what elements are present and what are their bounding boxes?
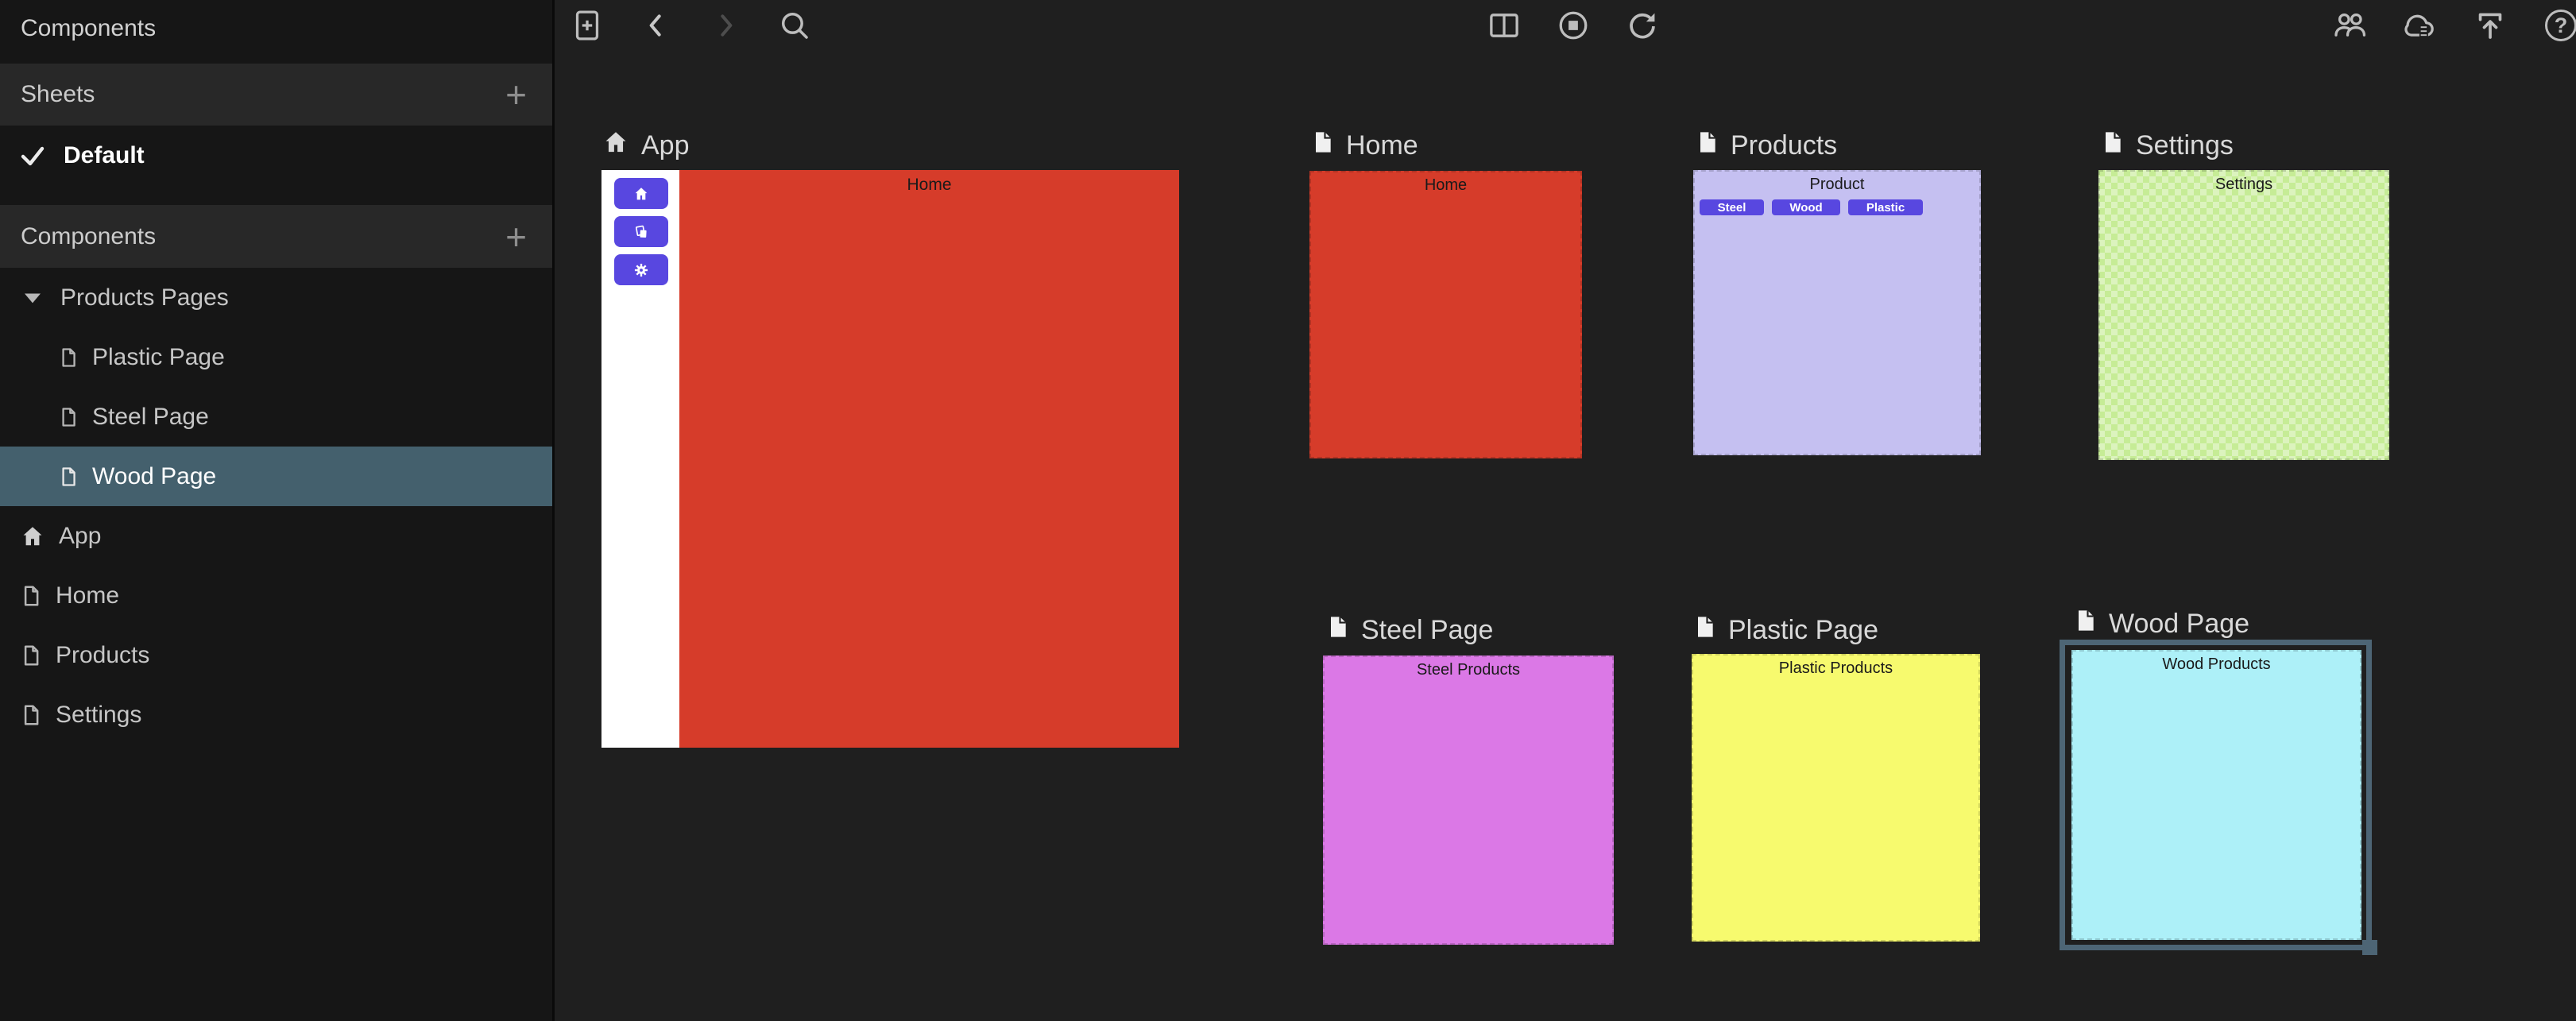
group-label: Products Pages xyxy=(60,284,229,311)
page-icon xyxy=(19,643,43,668)
back-button[interactable] xyxy=(637,6,675,44)
sidebar-item-settings[interactable]: Settings xyxy=(0,685,552,744)
sidebar-item-label: Products xyxy=(56,642,149,669)
users-button[interactable] xyxy=(2331,6,2369,44)
home-icon xyxy=(632,185,650,203)
preview-wood-page[interactable]: Wood Products xyxy=(2071,650,2361,940)
sheet-item-default[interactable]: Default xyxy=(0,126,552,185)
page-icon xyxy=(2072,607,2098,641)
page-icon xyxy=(2099,129,2125,163)
app-preview-sidebar xyxy=(601,170,679,748)
sidebar-item-home[interactable]: Home xyxy=(0,566,552,625)
sheet-item-label: Default xyxy=(64,142,145,169)
sidebar-group-products-pages[interactable]: Products Pages xyxy=(0,268,552,327)
preview-app[interactable]: Home xyxy=(601,170,1179,748)
help-button[interactable]: ? xyxy=(2542,6,2576,44)
add-sheet-button[interactable]: + xyxy=(501,76,532,113)
preview-label-products[interactable]: Products xyxy=(1694,127,1837,164)
sidebar-item-plastic-page[interactable]: Plastic Page xyxy=(0,327,552,387)
preview-label-text: App xyxy=(641,130,690,161)
preview-label-wood-page[interactable]: Wood Page xyxy=(2072,605,2249,642)
preview-content-title: Product xyxy=(1693,170,1981,194)
sidebar-item-app[interactable]: App xyxy=(0,506,552,566)
add-component-button[interactable]: + xyxy=(501,219,532,255)
page-icon xyxy=(57,346,79,369)
preview-content-title: Steel Products xyxy=(1323,656,1614,679)
resize-handle[interactable] xyxy=(2362,940,2377,955)
page-icon xyxy=(57,465,79,489)
forward-button[interactable] xyxy=(706,6,745,44)
sidebar-item-label: Settings xyxy=(56,702,141,729)
plastic-button[interactable]: Plastic xyxy=(1848,199,1923,215)
sidebar-item-steel-page[interactable]: Steel Page xyxy=(0,387,552,447)
preview-label-text: Wood Page xyxy=(2109,609,2249,640)
sidebar-item-label: App xyxy=(59,523,101,550)
app-preview-pages-button[interactable] xyxy=(614,216,668,247)
preview-content-title: Home xyxy=(1309,171,1582,195)
preview-label-text: Steel Page xyxy=(1361,615,1493,646)
preview-label-text: Plastic Page xyxy=(1728,615,1878,646)
preview-plastic-page[interactable]: Plastic Products xyxy=(1692,654,1980,942)
page-icon xyxy=(1309,129,1335,163)
gear-icon xyxy=(632,261,650,279)
app-preview-home-button[interactable] xyxy=(614,178,668,209)
app-content-title: Home xyxy=(679,170,1179,195)
page-icon xyxy=(19,583,43,609)
preview-label-steel-page[interactable]: Steel Page xyxy=(1325,612,1493,648)
chevron-down-icon xyxy=(22,290,43,306)
components-section-header: Components + xyxy=(0,205,552,268)
home-icon xyxy=(601,129,630,163)
components-sidebar: Components Sheets + Default Components +… xyxy=(0,0,555,1021)
preview-content-title: Settings xyxy=(2098,170,2389,194)
sidebar-item-wood-page-selected[interactable]: Wood Page xyxy=(0,447,552,506)
wood-button[interactable]: Wood xyxy=(1772,199,1840,215)
app-preview-content: Home xyxy=(679,170,1179,748)
refresh-button[interactable] xyxy=(1623,6,1661,44)
copy-stack-icon xyxy=(632,223,650,241)
preview-products[interactable]: Product Steel Wood Plastic xyxy=(1693,170,1981,455)
page-icon xyxy=(57,405,79,429)
preview-label-text: Settings xyxy=(2136,130,2234,161)
page-icon xyxy=(1692,613,1717,648)
stop-button[interactable] xyxy=(1554,6,1592,44)
preview-label-app[interactable]: App xyxy=(601,127,690,164)
selection-frame: Wood Products xyxy=(2060,640,2372,950)
preview-content-title: Wood Products xyxy=(2071,650,2361,674)
preview-home[interactable]: Home xyxy=(1309,171,1582,458)
preview-label-plastic-page[interactable]: Plastic Page xyxy=(1692,612,1878,648)
home-icon xyxy=(19,524,46,549)
app-window: Components Sheets + Default Components +… xyxy=(0,0,2576,1021)
page-icon xyxy=(1694,129,1719,163)
preview-label-settings[interactable]: Settings xyxy=(2099,127,2234,164)
question-mark-icon: ? xyxy=(2545,10,2576,41)
steel-button[interactable]: Steel xyxy=(1700,199,1764,215)
preview-settings[interactable]: Settings xyxy=(2098,170,2389,460)
sidebar-item-label: Home xyxy=(56,582,119,609)
sidebar-item-label: Wood Page xyxy=(92,463,216,490)
app-preview-settings-button[interactable] xyxy=(614,254,668,285)
preview-steel-page[interactable]: Steel Products xyxy=(1323,656,1614,945)
page-icon xyxy=(19,702,43,728)
sheets-section-label: Sheets xyxy=(21,81,95,108)
preview-label-home[interactable]: Home xyxy=(1309,127,1418,164)
sidebar-item-label: Steel Page xyxy=(92,404,209,431)
page-icon xyxy=(1325,613,1350,648)
search-button[interactable] xyxy=(776,6,814,44)
cloud-sync-icon[interactable] xyxy=(2400,6,2439,44)
preview-label-text: Products xyxy=(1731,130,1837,161)
preview-label-text: Home xyxy=(1346,130,1418,161)
checkmark-icon xyxy=(19,144,46,168)
sheets-section-header: Sheets + xyxy=(0,64,552,126)
upload-button[interactable] xyxy=(2471,6,2509,44)
new-frame-button[interactable] xyxy=(568,6,606,44)
sidebar-item-label: Plastic Page xyxy=(92,344,225,371)
sidebar-title: Components xyxy=(0,0,552,57)
product-buttons-row: Steel Wood Plastic xyxy=(1693,199,1981,215)
preview-content-title: Plastic Products xyxy=(1692,654,1980,678)
sidebar-item-products[interactable]: Products xyxy=(0,625,552,685)
split-view-button[interactable] xyxy=(1485,6,1523,44)
components-section-label: Components xyxy=(21,223,156,250)
